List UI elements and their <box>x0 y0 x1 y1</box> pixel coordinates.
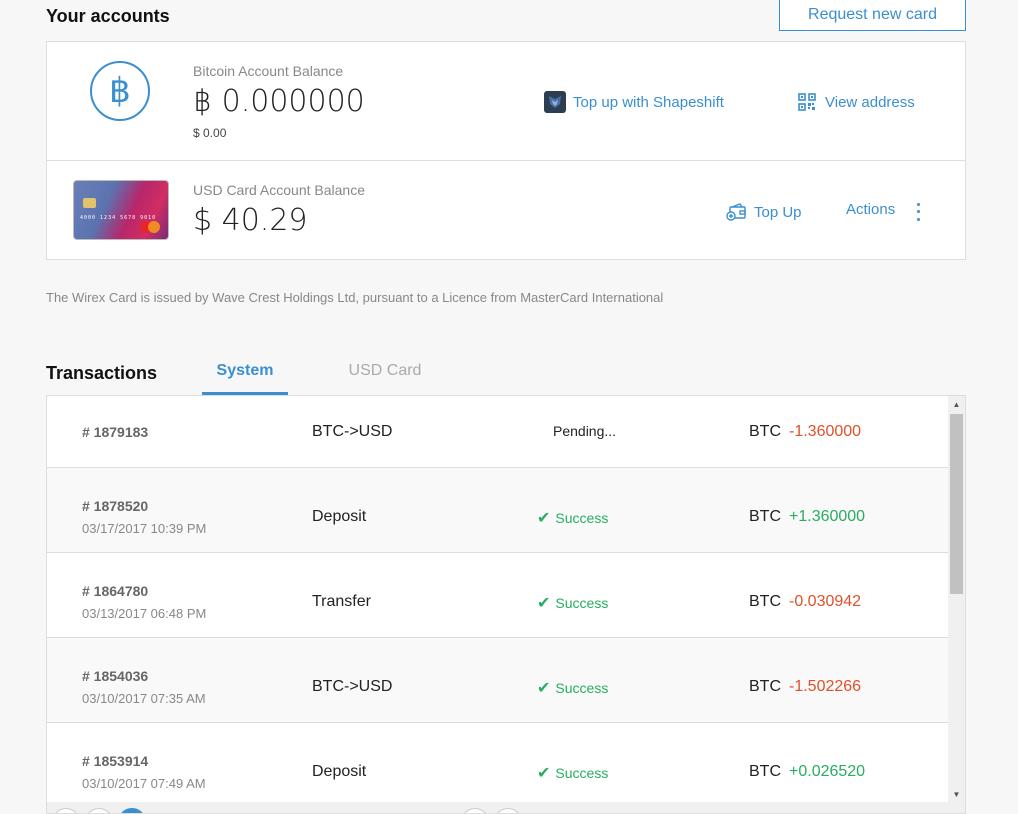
check-icon: ✔ <box>537 680 551 697</box>
shapeshift-topup-button[interactable]: Top up with Shapeshift <box>544 91 724 113</box>
bitcoin-icon: ฿ <box>90 61 150 121</box>
transaction-status: ✔ Success <box>537 765 609 782</box>
transaction-date: 03/10/2017 07:49 AM <box>82 776 206 791</box>
bitcoin-account-row: ฿ Bitcoin Account Balance ฿ 0.000000 $ 0… <box>47 42 965 161</box>
check-icon: ✔ <box>537 510 551 527</box>
page-button[interactable] <box>494 808 522 813</box>
usd-card-image: 4000 1234 5678 9010 <box>73 180 169 240</box>
more-options-icon[interactable] <box>911 201 925 223</box>
transactions-scrollbar[interactable]: ▲ ▼ <box>948 396 965 802</box>
transaction-date: 03/13/2017 06:48 PM <box>82 606 207 621</box>
bitcoin-balance: ฿ 0.000000 <box>193 84 365 119</box>
check-icon: ✔ <box>537 595 551 612</box>
view-address-button[interactable]: View address <box>796 91 915 113</box>
transaction-amount: BTC -1.502266 <box>749 678 862 695</box>
transactions-title: Transactions <box>46 363 158 383</box>
transaction-amount: BTC +0.026520 <box>749 763 866 780</box>
transaction-amount: BTC -1.360000 <box>749 423 862 440</box>
table-row[interactable]: # 1854036 03/10/2017 07:35 AM BTC->USD ✔… <box>47 638 949 723</box>
card-disclaimer: The Wirex Card is issued by Wave Crest H… <box>46 290 664 305</box>
transaction-status: ✔ Success <box>537 595 609 612</box>
transaction-id: # 1879183 <box>82 424 149 440</box>
card-chip <box>83 198 96 208</box>
page-button-active[interactable] <box>118 808 146 813</box>
pagination <box>47 802 965 813</box>
transaction-status: ✔ Success <box>537 510 609 527</box>
usd-balance-label: USD Card Account Balance <box>193 182 365 198</box>
table-row[interactable]: # 1878520 03/17/2017 10:39 PM Deposit ✔ S… <box>47 468 949 553</box>
page-button[interactable] <box>52 808 80 813</box>
transaction-amount: BTC -0.030942 <box>749 593 862 610</box>
transaction-date: 03/17/2017 10:39 PM <box>82 521 207 536</box>
bitcoin-balance-label: Bitcoin Account Balance <box>193 63 344 79</box>
page-button[interactable] <box>461 808 489 813</box>
tab-usd-card[interactable]: USD Card <box>335 362 435 380</box>
request-new-card-button[interactable]: Request new card <box>779 0 966 31</box>
transaction-id: # 1853914 <box>82 753 149 769</box>
transaction-type: Transfer <box>312 593 371 610</box>
transactions-list: # 1879183 BTC->USD Pending... BTC -1.3600… <box>46 395 966 814</box>
transaction-type: Deposit <box>312 763 367 780</box>
transaction-type: BTC->USD <box>312 678 393 695</box>
shapeshift-icon <box>544 91 566 113</box>
check-icon: ✔ <box>537 765 551 782</box>
wallet-plus-icon <box>725 201 747 223</box>
tab-system[interactable]: System <box>202 362 288 395</box>
page-title: Your accounts <box>46 6 170 26</box>
transaction-status: Pending... <box>553 423 617 439</box>
transaction-id: # 1864780 <box>82 583 149 599</box>
transaction-status: ✔ Success <box>537 680 609 697</box>
scroll-down-icon[interactable]: ▼ <box>948 786 965 802</box>
usd-card-account-row: 4000 1234 5678 9010 USD Card Account Bal… <box>47 161 965 260</box>
shapeshift-label: Top up with Shapeshift <box>573 93 724 111</box>
transaction-type: Deposit <box>312 508 367 525</box>
qr-code-icon <box>796 91 818 113</box>
accounts-panel: ฿ Bitcoin Account Balance ฿ 0.000000 $ 0… <box>46 41 966 260</box>
view-address-label: View address <box>825 93 915 111</box>
page-button[interactable] <box>85 808 113 813</box>
transaction-id: # 1878520 <box>82 498 149 514</box>
scrollbar-thumb[interactable] <box>950 414 963 594</box>
transaction-id: # 1854036 <box>82 668 149 684</box>
actions-button[interactable]: Actions <box>846 201 895 218</box>
top-up-label: Top Up <box>754 203 802 221</box>
usd-balance: $ 40.29 <box>193 203 308 238</box>
top-up-button[interactable]: Top Up <box>725 201 802 223</box>
transaction-type: BTC->USD <box>312 423 393 440</box>
table-row[interactable]: # 1853914 03/10/2017 07:49 AM Deposit ✔ S… <box>47 723 949 808</box>
transaction-amount: BTC +1.360000 <box>749 508 866 525</box>
transaction-date: 03/10/2017 07:35 AM <box>82 691 206 706</box>
table-row[interactable]: # 1879183 BTC->USD Pending... BTC -1.3600… <box>47 396 949 468</box>
bitcoin-usd-equivalent: $ 0.00 <box>193 126 227 140</box>
scroll-up-icon[interactable]: ▲ <box>948 396 965 412</box>
table-row[interactable]: # 1864780 03/13/2017 06:48 PM Transfer ✔… <box>47 553 949 638</box>
